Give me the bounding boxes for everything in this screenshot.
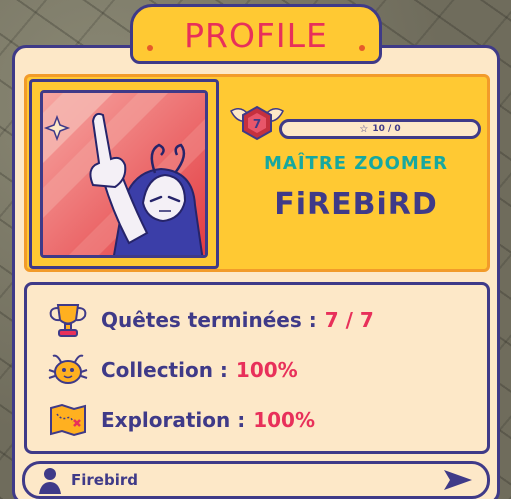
send-icon (444, 470, 472, 490)
stat-value: 100% (253, 408, 315, 432)
stat-row-collection: Collection : 100% (45, 349, 298, 391)
trophy-icon (45, 299, 91, 341)
avatar-illustration (43, 93, 205, 255)
stat-value: 100% (235, 358, 298, 382)
stat-value: 7 / 7 (324, 308, 374, 332)
send-button[interactable] (437, 464, 479, 496)
stats-panel: Quêtes terminées : 7 / 7 Collection : 10… (24, 282, 490, 454)
player-name-input[interactable] (71, 471, 437, 489)
stat-label: Collection : (101, 358, 228, 382)
player-info: 7 ☆ 10 / 0 MAÎTRE ZOOMER FiREBiRD (227, 95, 485, 265)
level-number: 7 (253, 117, 261, 131)
xp-progress-bar: ☆ 10 / 0 (279, 119, 481, 139)
avatar[interactable] (40, 90, 208, 258)
decor-dot (359, 45, 365, 51)
profile-title-tab: PROFILE (130, 4, 382, 64)
page-title: PROFILE (184, 15, 328, 55)
treasure-map-icon (45, 399, 91, 441)
user-icon (39, 468, 61, 494)
avatar-frame (29, 79, 219, 269)
player-name-field[interactable] (22, 461, 490, 499)
xp-text: 10 / 0 (372, 124, 401, 134)
player-rank: MAÎTRE ZOOMER (264, 153, 448, 174)
stat-row-exploration: Exploration : 100% (45, 399, 315, 441)
level-badge-icon: 7 (230, 105, 284, 141)
creature-icon (45, 349, 91, 391)
player-name: FiREBiRD (274, 187, 438, 222)
player-card: 7 ☆ 10 / 0 MAÎTRE ZOOMER FiREBiRD (24, 74, 490, 272)
star-icon: ☆ (359, 123, 369, 135)
decor-dot (147, 45, 153, 51)
stat-label: Quêtes terminées : (101, 308, 317, 332)
stat-row-quests: Quêtes terminées : 7 / 7 (45, 299, 374, 341)
stat-label: Exploration : (101, 408, 246, 432)
